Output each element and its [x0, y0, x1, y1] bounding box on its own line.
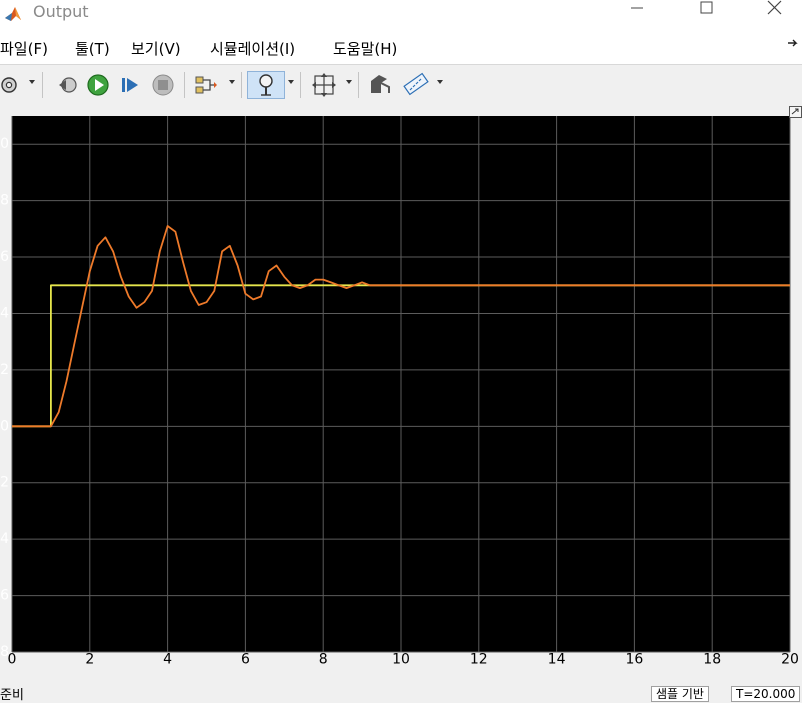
- x-tick-label: 4: [163, 652, 172, 664]
- style-icon[interactable]: [367, 71, 393, 99]
- x-tick-label: 18: [703, 652, 721, 664]
- matlab-logo-icon: [5, 7, 21, 21]
- x-tick-label: 2: [85, 652, 94, 664]
- zoom-button[interactable]: [247, 71, 285, 99]
- menu-bar: 파일(F) 툴(T) 보기(V) 시뮬레이션(I) 도움말(H): [0, 31, 802, 64]
- maximize-icon: [700, 1, 713, 14]
- status-ready-text: 준비: [0, 688, 24, 703]
- y-tick-label: -0.6: [0, 588, 9, 604]
- minimize-button[interactable]: [614, 0, 660, 31]
- toolbar-separator: [358, 72, 359, 98]
- signal-icon[interactable]: [193, 71, 219, 99]
- scope-plot[interactable]: 02468101214161820-0.8-0.6-0.4-0.200.20.4…: [0, 104, 802, 668]
- zoom-icon: [259, 74, 273, 96]
- scope-display: 02468101214161820-0.8-0.6-0.4-0.200.20.4…: [0, 104, 802, 668]
- y-tick-label: 0: [0, 418, 9, 434]
- x-tick-label: 20: [781, 652, 799, 664]
- run-icon[interactable]: [85, 71, 111, 99]
- step-forward-icon[interactable]: [119, 71, 143, 99]
- y-tick-label: 0.4: [0, 305, 9, 321]
- toolbar-separator: [300, 72, 301, 98]
- toolbar-separator: [184, 72, 185, 98]
- minimize-icon: [631, 7, 643, 9]
- stop-icon[interactable]: [150, 71, 176, 99]
- y-tick-label: 0.2: [0, 362, 9, 378]
- settings-dropdown-icon[interactable]: [29, 80, 35, 84]
- status-bar: 준비 샘플 기반 T=20.000: [0, 684, 802, 703]
- zoom-dropdown-icon[interactable]: [288, 80, 294, 84]
- x-tick-label: 12: [470, 652, 488, 664]
- title-bar: Output: [0, 0, 802, 31]
- step-back-icon[interactable]: [55, 71, 79, 99]
- measure-dropdown-icon[interactable]: [437, 80, 443, 84]
- y-tick-label: -0.2: [0, 475, 9, 491]
- x-tick-label: 8: [319, 652, 328, 664]
- toolbar-separator: [42, 72, 43, 98]
- menu-file[interactable]: 파일(F): [0, 38, 48, 59]
- settings-icon[interactable]: [0, 71, 22, 99]
- y-tick-label: -0.8: [0, 644, 9, 660]
- y-tick-label: 1.0: [0, 136, 9, 152]
- toolbar-separator: [241, 72, 242, 98]
- x-tick-label: 16: [625, 652, 643, 664]
- close-button[interactable]: [752, 0, 798, 31]
- menu-simulation[interactable]: 시뮬레이션(I): [210, 38, 295, 59]
- y-tick-label: -0.4: [0, 531, 9, 547]
- window-title: Output: [33, 2, 89, 21]
- x-tick-label: 10: [392, 652, 410, 664]
- toolbar: [0, 64, 802, 106]
- menu-help[interactable]: 도움말(H): [333, 38, 397, 59]
- measure-icon[interactable]: [402, 71, 430, 99]
- menu-view[interactable]: 보기(V): [131, 38, 181, 59]
- y-tick-label: 0.6: [0, 249, 9, 265]
- menu-tools[interactable]: 툴(T): [75, 38, 110, 59]
- close-icon: [767, 0, 782, 15]
- maximize-button[interactable]: [683, 0, 729, 31]
- fit-icon[interactable]: [310, 71, 338, 99]
- x-tick-label: 6: [241, 652, 250, 664]
- y-tick-label: 0.8: [0, 193, 9, 209]
- undock-axes-icon[interactable]: [789, 106, 802, 118]
- x-tick-label: 14: [548, 652, 566, 664]
- signal-dropdown-icon[interactable]: [229, 80, 235, 84]
- menu-pin-arrow-icon[interactable]: [786, 39, 800, 53]
- fit-dropdown-icon[interactable]: [346, 80, 352, 84]
